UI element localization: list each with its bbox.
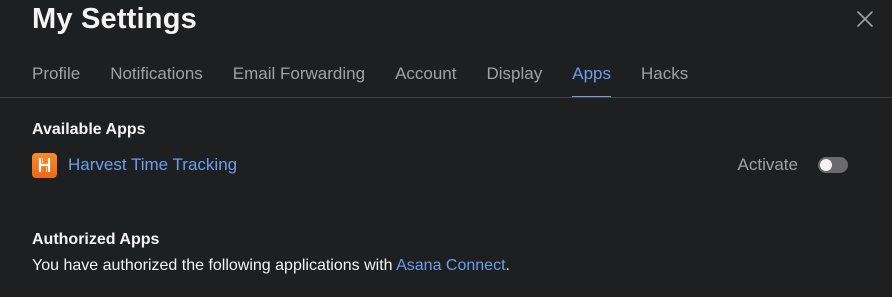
settings-tabs: Profile Notifications Email Forwarding A… — [32, 56, 718, 98]
tab-hacks[interactable]: Hacks — [641, 56, 688, 98]
authorized-apps-description: You have authorized the following applic… — [32, 257, 510, 275]
authorized-apps-heading: Authorized Apps — [32, 231, 160, 248]
harvest-app-icon — [32, 152, 57, 178]
dialog-title: My Settings — [32, 3, 197, 35]
tab-profile[interactable]: Profile — [32, 56, 80, 98]
tab-notifications[interactable]: Notifications — [110, 56, 203, 98]
tab-apps[interactable]: Apps — [572, 56, 611, 98]
harvest-app-link[interactable]: Harvest Time Tracking — [68, 155, 237, 175]
settings-dialog: My Settings Profile Notifications Email … — [0, 0, 892, 297]
tab-email-forwarding[interactable]: Email Forwarding — [233, 56, 365, 98]
tabs-divider — [0, 97, 892, 98]
authorized-text-after: . — [505, 257, 510, 274]
toggle-knob — [820, 159, 832, 171]
authorized-text-before: You have authorized the following applic… — [32, 257, 397, 274]
close-icon — [857, 11, 873, 27]
activate-toggle[interactable] — [818, 157, 848, 173]
activate-control: Activate — [738, 155, 848, 175]
tab-display[interactable]: Display — [487, 56, 543, 98]
close-button[interactable] — [856, 10, 874, 28]
app-row-harvest: Harvest Time Tracking Activate — [32, 152, 848, 178]
harvest-h-glyph — [38, 158, 51, 172]
activate-label: Activate — [737, 155, 798, 174]
asana-connect-link[interactable]: Asana Connect — [396, 257, 505, 274]
available-apps-heading: Available Apps — [32, 121, 146, 138]
tab-account[interactable]: Account — [395, 56, 456, 98]
